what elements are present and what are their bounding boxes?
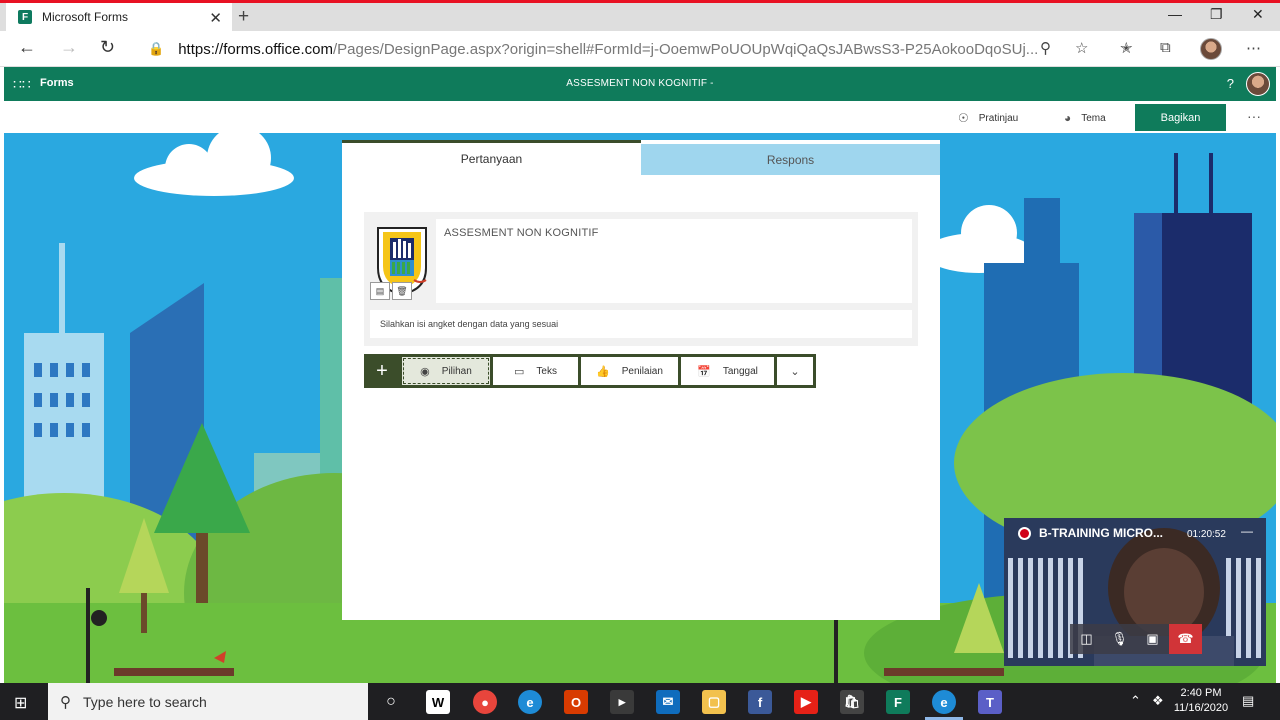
palette-icon: ◕	[1064, 111, 1072, 125]
meeting-duration: 01:20:52	[1187, 529, 1226, 540]
back-arrow-icon[interactable]: ←	[18, 37, 36, 58]
taskbar-search-box[interactable]: ⚲ Type here to search	[48, 683, 368, 720]
video-minimize-button[interactable]: —	[1241, 524, 1253, 538]
form-description-input[interactable]: Silahkan isi angket dengan data yang ses…	[370, 310, 912, 338]
qtype-date-button[interactable]: 📅 Tanggal	[681, 357, 774, 385]
url-field[interactable]: 🔒 https://forms.office.com/Pages/DesignP…	[138, 34, 1098, 64]
browser-menu-icon[interactable]: ⋯	[1246, 39, 1261, 57]
share-screen-icon[interactable]: ▣	[1136, 624, 1169, 654]
preview-button[interactable]: ☉ Pratinjau	[958, 111, 1018, 125]
forms-taskbar-icon[interactable]: F	[886, 690, 910, 714]
form-header-title: ASSESMENT NON KOGNITIF -	[566, 78, 714, 89]
edge-active-icon[interactable]: e	[932, 690, 956, 714]
add-question-bar: + ◉ Pilihan ▭ Teks 👍 Penilaian 📅 Tanggal…	[364, 354, 816, 388]
facebook-icon[interactable]: f	[748, 690, 772, 714]
thumbs-up-icon: 👍	[596, 365, 610, 378]
qtype-choice-label: Pilihan	[441, 365, 472, 377]
new-tab-button[interactable]: +	[238, 6, 249, 28]
form-card: Pertanyaan Respons ▤ 🗑 ASSESMENT NON KOG…	[342, 140, 940, 620]
meeting-title-text: B-TRAINING MICRO...	[1039, 526, 1163, 540]
windows-start-icon[interactable]: ⊞	[14, 693, 27, 713]
eye-icon: ☉	[958, 111, 969, 125]
meeting-title: B-TRAINING MICRO...	[1018, 526, 1163, 540]
mail-icon[interactable]: ✉	[656, 690, 680, 714]
show-hidden-icons[interactable]: ⌃	[1130, 693, 1141, 709]
edge-icon[interactable]: e	[518, 690, 542, 714]
qtype-date-label: Tanggal	[722, 365, 758, 377]
form-title-input[interactable]: ASSESMENT NON KOGNITIF	[436, 219, 912, 303]
share-button[interactable]: Bagikan	[1135, 104, 1226, 131]
command-bar: ☉ Pratinjau ◕ Tema Bagikan ···	[4, 101, 1276, 133]
replace-image-icon[interactable]: ▤	[370, 282, 390, 300]
more-types-button[interactable]: ⌄	[777, 357, 813, 385]
collections-icon[interactable]: ⧉	[1160, 39, 1171, 56]
theme-button[interactable]: ◕ Tema	[1064, 111, 1106, 125]
lock-icon: 🔒	[148, 41, 165, 56]
calendar-icon: 📅	[697, 365, 711, 378]
file-explorer-icon[interactable]: ▢	[702, 690, 726, 714]
notifications-icon[interactable]: ▤	[1242, 693, 1254, 709]
search-icon: ⚲	[60, 693, 71, 711]
forms-favicon-icon: F	[18, 10, 32, 24]
theme-label: Tema	[1081, 112, 1106, 124]
account-avatar[interactable]	[1246, 72, 1270, 96]
clock-time: 2:40 PM	[1180, 687, 1222, 699]
app-icon[interactable]: ▸	[610, 690, 634, 714]
task-view-icon[interactable]: ○	[379, 690, 403, 714]
delete-image-icon[interactable]: 🗑	[392, 282, 412, 300]
qtype-choice-button[interactable]: ◉ Pilihan	[402, 357, 490, 385]
form-title-section: ▤ 🗑 ASSESMENT NON KOGNITIF Silahkan isi …	[364, 212, 918, 346]
help-icon[interactable]: ?	[1227, 76, 1234, 91]
window-maximize-button[interactable]: ❐	[1210, 6, 1223, 23]
radio-icon: ◉	[420, 365, 430, 378]
qtype-rating-button[interactable]: 👍 Penilaian	[581, 357, 678, 385]
qtype-text-label: Teks	[536, 365, 557, 377]
more-options-icon[interactable]: ···	[1247, 108, 1261, 124]
windows-taskbar: ⊞ ⚲ Type here to search ○ W ● e O ▸ ✉ ▢ …	[0, 683, 1280, 720]
favorite-star-icon[interactable]: ☆	[1075, 39, 1088, 57]
browser-tab-bar: F Microsoft Forms ✕ + — ❐ ✕	[0, 0, 1280, 31]
zoom-icon[interactable]: ⚲	[1040, 39, 1051, 57]
call-controls: ◫ 🎙 ▣ ☎	[1070, 624, 1202, 654]
search-placeholder: Type here to search	[83, 693, 207, 710]
qtype-text-button[interactable]: ▭ Teks	[493, 357, 578, 385]
tab-questions[interactable]: Pertanyaan	[342, 140, 641, 175]
window-minimize-button[interactable]: —	[1168, 6, 1182, 22]
text-icon: ▭	[514, 365, 525, 378]
refresh-icon[interactable]: ↻	[100, 37, 115, 58]
form-tabs: Pertanyaan Respons	[342, 140, 940, 175]
add-question-button[interactable]: +	[364, 354, 400, 388]
qtype-rating-label: Penilaian	[621, 365, 663, 377]
forms-header: ∷∷ Forms ASSESMENT NON KOGNITIF - ?	[4, 67, 1276, 101]
tab-responses[interactable]: Respons	[641, 144, 940, 175]
chrome-icon[interactable]: ●	[473, 690, 497, 714]
teams-icon[interactable]: T	[978, 690, 1002, 714]
url-host: https://forms.office.com	[178, 40, 333, 58]
taskbar-clock[interactable]: 2:40 PM 11/16/2020	[1166, 686, 1236, 716]
wikipedia-icon[interactable]: W	[426, 690, 450, 714]
favorites-bar-icon[interactable]: ✭	[1120, 39, 1133, 57]
youtube-icon[interactable]: ▶	[794, 690, 818, 714]
forward-arrow-icon[interactable]: →	[60, 37, 78, 58]
preview-label: Pratinjau	[978, 112, 1019, 124]
store-icon[interactable]: 🛍	[840, 690, 864, 714]
window-close-button[interactable]: ✕	[1252, 6, 1264, 23]
microphone-icon[interactable]: 🎙	[1103, 624, 1136, 654]
tab-close-icon[interactable]: ✕	[209, 9, 222, 27]
camera-off-icon[interactable]: ◫	[1070, 624, 1103, 654]
logo-tools: ▤ 🗑	[370, 282, 412, 300]
url-path: /Pages/DesignPage.aspx?origin=shell#Form…	[332, 40, 1039, 58]
browser-tab[interactable]: F Microsoft Forms ✕	[6, 3, 232, 31]
office-icon[interactable]: O	[564, 690, 588, 714]
video-call-window[interactable]: B-TRAINING MICRO... 01:20:52 — ◫ 🎙 ▣ ☎	[1004, 518, 1266, 666]
chevron-down-icon: ⌄	[790, 365, 800, 378]
clock-date: 11/16/2020	[1173, 702, 1229, 714]
dropbox-icon[interactable]: ❖	[1152, 693, 1164, 709]
recording-icon	[1018, 526, 1031, 540]
address-bar-row: ← → ↻ 🔒 https://forms.office.com/Pages/D…	[0, 31, 1280, 67]
profile-avatar[interactable]	[1200, 38, 1222, 60]
tab-title: Microsoft Forms	[42, 10, 129, 24]
end-call-icon[interactable]: ☎	[1169, 624, 1202, 654]
